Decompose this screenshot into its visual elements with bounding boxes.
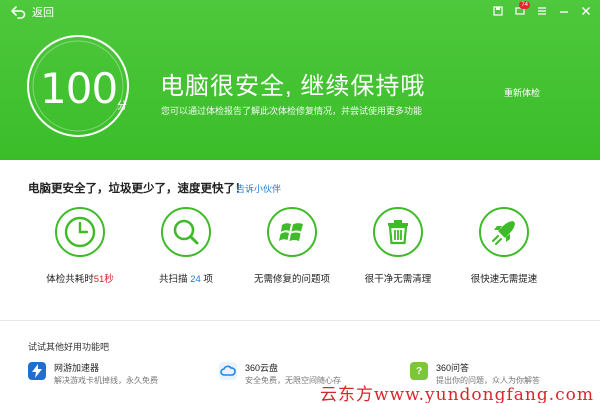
window-controls: 74 xyxy=(488,1,596,20)
menu-icon xyxy=(538,7,546,15)
watermark: 云东方www.yundongfang.com xyxy=(320,385,595,403)
status-subline: 您可以通过体检报告了解此次体检修复情况，并尝试使用更多功能 xyxy=(161,106,423,116)
cloud-icon xyxy=(219,362,237,380)
lightning-icon xyxy=(28,362,46,380)
tool-qa-name: 360问答 xyxy=(436,363,470,373)
back-label: 返回 xyxy=(32,7,54,19)
stat-scanned-suffix: 项 xyxy=(203,274,213,285)
recheck-link[interactable]: 重新体检 xyxy=(504,86,540,99)
stat-clean: 很干净无需清理 xyxy=(343,206,453,285)
score-unit: 分 xyxy=(117,101,127,112)
stat-duration-prefix: 体检共耗时 xyxy=(46,274,94,285)
minimize-button[interactable] xyxy=(554,2,574,20)
close-button[interactable] xyxy=(576,2,596,20)
menu-button[interactable] xyxy=(532,2,552,20)
back-arrow-icon xyxy=(11,6,26,19)
message-button[interactable]: 74 xyxy=(510,1,530,20)
skin-button[interactable] xyxy=(488,2,508,20)
header-banner: 返回 74 100 分 电脑很安全, 继续保持哦 您可以通过体检报告了解此次体检… xyxy=(0,0,600,160)
rocket-icon xyxy=(479,207,529,257)
stat-duration-value: 51秒 xyxy=(93,274,114,285)
stat-clean-label: 很干净无需清理 xyxy=(364,274,432,285)
clock-icon xyxy=(55,207,105,257)
skin-icon xyxy=(493,6,503,16)
stat-speed: 很快速无需提速 xyxy=(449,206,559,285)
stat-repair: 无需修复的问题项 xyxy=(237,206,347,285)
more-features-title: 试试其他好用功能吧 xyxy=(28,342,110,352)
minimize-icon xyxy=(560,11,568,13)
tool-cloud-disk-name: 360云盘 xyxy=(245,363,279,373)
magnifier-icon xyxy=(161,207,211,257)
divider xyxy=(0,320,600,321)
back-button[interactable]: 返回 xyxy=(10,4,54,20)
score-value: 100 xyxy=(40,64,118,113)
stat-duration: 体检共耗时51秒 xyxy=(25,206,135,285)
tell-friends-link[interactable]: 告诉小伙伴 xyxy=(236,182,281,195)
stat-speed-label: 很快速无需提速 xyxy=(470,274,538,285)
stat-scanned-value: 24 xyxy=(187,274,204,285)
status-headline: 电脑很安全, 继续保持哦 xyxy=(160,73,426,100)
qa-icon: ? xyxy=(410,362,428,380)
windows-icon xyxy=(267,207,317,257)
stats-row: 体检共耗时51秒 共扫描 24 项 无需修复的问题项 很干净无需清理 很快速无需… xyxy=(0,206,600,286)
stat-scanned-prefix: 共扫描 xyxy=(159,274,188,285)
tool-game-accelerator-name: 网游加速器 xyxy=(54,363,100,373)
close-icon xyxy=(582,7,590,15)
tool-game-accelerator-desc: 解决游戏卡机掉线，永久免费 xyxy=(54,376,158,385)
tool-game-accelerator[interactable]: 网游加速器 解决游戏卡机掉线，永久免费 xyxy=(28,362,158,388)
trash-icon xyxy=(373,207,423,257)
message-badge: 74 xyxy=(519,1,530,9)
title-bar: 返回 74 xyxy=(0,0,600,26)
result-summary: 电脑更安全了，垃圾更少了，速度更快了！ xyxy=(28,183,247,195)
stat-scanned: 共扫描 24 项 xyxy=(131,206,241,285)
stat-repair-label: 无需修复的问题项 xyxy=(253,274,330,285)
